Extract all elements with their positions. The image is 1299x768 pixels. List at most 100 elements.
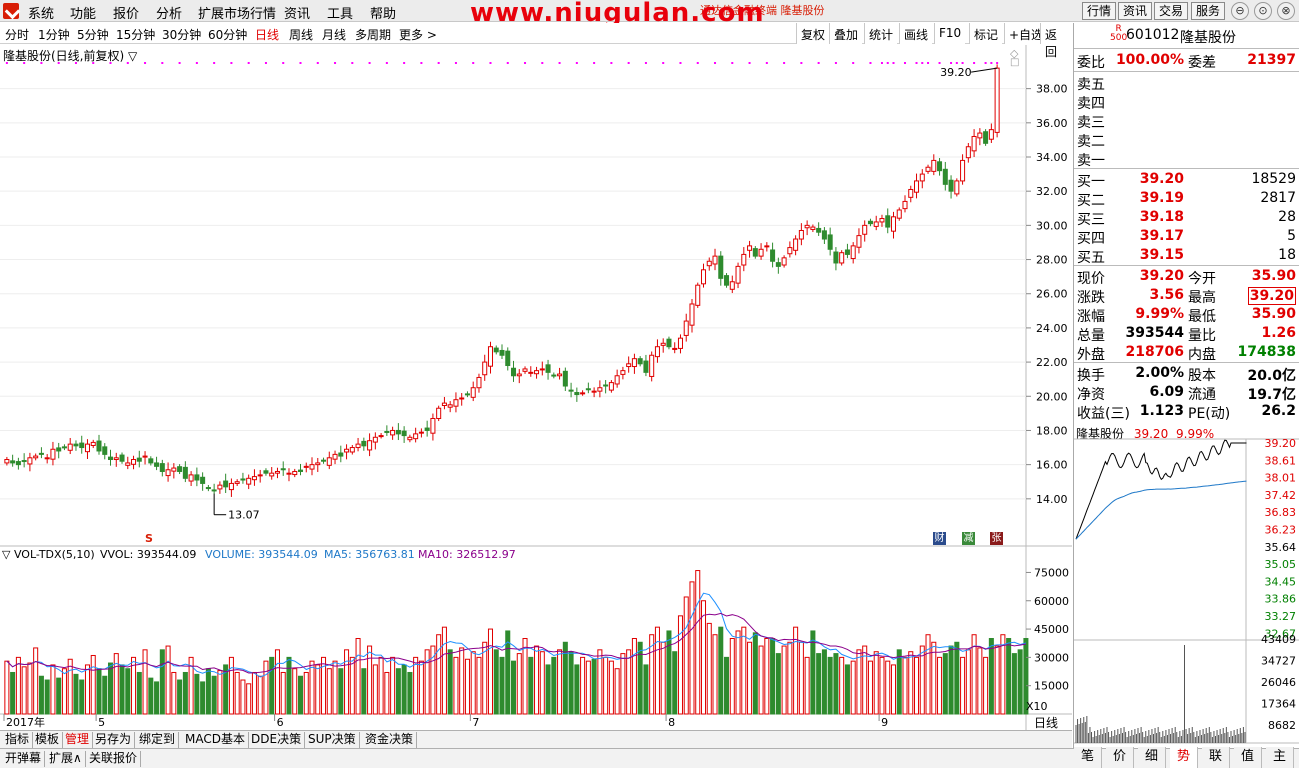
f10-button[interactable]: F10 [934, 23, 966, 44]
signal-dot [195, 62, 198, 64]
volume-bar [1006, 638, 1012, 715]
menu-help[interactable]: 帮助 [370, 3, 396, 22]
volume-bar [585, 660, 591, 715]
period-multi[interactable]: 多周期 [355, 26, 391, 43]
kline-chart[interactable]: 38.00 36.00 34.00 32.00 30.00 28.00 26.00 24.00… [0, 45, 1072, 730]
period-60min[interactable]: 60分钟 [208, 26, 247, 43]
intraday-svg[interactable]: 39.20 38.61 38.01 37.42 36.83 36.23 35.64 35.05… [1074, 423, 1299, 747]
candle [798, 223, 804, 246]
candle [516, 369, 522, 384]
restore-icon[interactable]: ⊙ [1254, 2, 1272, 20]
candle [430, 413, 436, 441]
intraday-price-tick: 34.45 [1265, 575, 1297, 588]
period-monthly[interactable]: 月线 [322, 26, 346, 43]
volume-tick-3: 30000 [1034, 651, 1069, 664]
volume-bar [1000, 634, 1006, 715]
volume-bar [706, 622, 712, 715]
trade-button[interactable]: 交易 [1154, 2, 1189, 20]
draw-button[interactable]: 画线 [899, 23, 933, 44]
period-5min[interactable]: 5分钟 [77, 26, 109, 43]
stats-button[interactable]: 统计 [864, 23, 898, 44]
candle [850, 242, 856, 264]
volume-bar [700, 600, 707, 715]
period-intraday[interactable]: 分时 [5, 26, 29, 43]
period-1min[interactable]: 1分钟 [38, 26, 70, 43]
tab-bind-to[interactable]: 绑定到 [136, 732, 180, 748]
tab-capital[interactable]: 资金决策 [362, 732, 418, 748]
tab-save-as[interactable]: 另存为 [92, 732, 136, 748]
candle [770, 242, 776, 268]
period-30min[interactable]: 30分钟 [162, 26, 201, 43]
vol-indicator-name[interactable]: ▽ VOL-TDX(5,10) [2, 548, 95, 561]
kline-svg[interactable]: 38.00 36.00 34.00 32.00 30.00 28.00 26.00 24.00… [0, 45, 1072, 730]
tab-manage[interactable]: 管理 [62, 732, 94, 748]
volume-bar [752, 632, 758, 715]
right-tab-2[interactable]: 细 [1138, 747, 1166, 768]
menu-extended-market[interactable]: 扩展市场行情 [198, 3, 276, 22]
menu-system[interactable]: 系统 [28, 3, 54, 22]
volume-bar [539, 651, 545, 715]
back-button[interactable]: 返回 [1040, 23, 1072, 59]
overlay-button[interactable]: 叠加 [829, 23, 863, 44]
menu-function[interactable]: 功能 [70, 3, 96, 22]
finance-badge[interactable]: 财 [933, 532, 946, 545]
intraday-chart[interactable]: 隆基股份 39.20 9.99% 39.20 38.61 38.01 37.42 36.… [1074, 423, 1299, 744]
danmaku-toggle[interactable]: 开弹幕 [2, 751, 46, 767]
tab-dde[interactable]: DDE决策 [248, 732, 306, 748]
volume-bar [741, 626, 747, 715]
adjust-button[interactable]: 复权 [796, 23, 830, 44]
volume-bar [171, 671, 177, 715]
signal-dot [714, 62, 717, 64]
service-button[interactable]: 服务 [1191, 2, 1226, 20]
quote-button[interactable]: 行情 [1082, 2, 1117, 20]
signal-dot [541, 62, 544, 64]
menu-analysis[interactable]: 分析 [156, 3, 182, 22]
menu-news[interactable]: 资讯 [284, 3, 310, 22]
candle [205, 484, 211, 492]
right-tab-6[interactable]: 主 [1266, 747, 1294, 768]
stock-code: 601012 [1126, 27, 1180, 43]
news-button[interactable]: 资讯 [1118, 2, 1153, 20]
period-15min[interactable]: 15分钟 [116, 26, 155, 43]
candle [418, 428, 424, 438]
candle [839, 250, 845, 266]
candle [551, 372, 557, 379]
sell-5: 卖五 [1077, 77, 1105, 93]
right-tab-1[interactable]: 价 [1106, 747, 1134, 768]
candle [695, 282, 701, 308]
tab-sup[interactable]: SUP决策 [305, 732, 360, 748]
tab-macd-basic[interactable]: MACD基本 [182, 732, 249, 748]
candle [919, 169, 925, 189]
tab-indicator[interactable]: 指标 [2, 732, 34, 748]
candle [764, 242, 770, 252]
menu-tools[interactable]: 工具 [327, 3, 353, 22]
volume-bar [436, 634, 442, 715]
extend-toggle[interactable]: 扩展∧ [46, 751, 86, 767]
chart-title[interactable]: 隆基股份(日线,前复权) ▽ [3, 47, 137, 64]
close-icon[interactable]: ⊗ [1277, 2, 1295, 20]
volume-bar [482, 641, 488, 715]
right-tab-0[interactable]: 笔 [1074, 747, 1102, 768]
reduce-badge[interactable]: 减 [962, 532, 975, 545]
period-weekly[interactable]: 周线 [289, 26, 313, 43]
menu-quote[interactable]: 报价 [113, 3, 139, 22]
candle [407, 434, 413, 443]
volume-bar [447, 649, 453, 715]
period-daily[interactable]: 日线 [255, 26, 279, 43]
volume-bar [948, 645, 954, 715]
mark-button[interactable]: 标记 [969, 23, 1003, 44]
period-more[interactable]: 更多 > [399, 26, 437, 43]
right-tab-3[interactable]: 势 [1170, 747, 1198, 768]
related-quotes[interactable]: 关联报价 [86, 751, 142, 767]
candle [73, 440, 79, 451]
candle [862, 220, 868, 242]
tab-template[interactable]: 模板 [32, 732, 64, 748]
candle [965, 142, 971, 163]
candle [453, 392, 459, 413]
rise-badge[interactable]: 张 [990, 532, 1003, 545]
candle [873, 215, 879, 231]
minimize-icon[interactable]: ⊖ [1231, 2, 1249, 20]
volume-bar [677, 615, 683, 715]
right-tab-4[interactable]: 联 [1202, 747, 1230, 768]
right-tab-5[interactable]: 值 [1234, 747, 1262, 768]
